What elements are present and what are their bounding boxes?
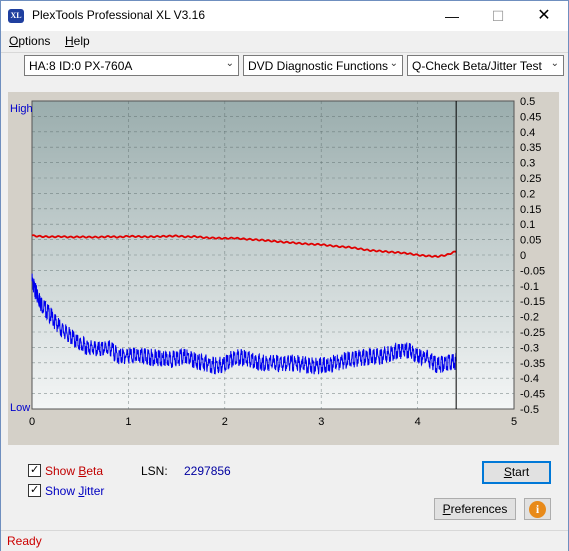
lsn-label: LSN: bbox=[141, 464, 168, 478]
chevron-down-icon: ⌄ bbox=[389, 58, 398, 69]
check-icon: ✓ bbox=[30, 484, 40, 496]
show-jitter-label[interactable]: Show Jitter bbox=[45, 484, 104, 498]
show-beta-prefix: Show bbox=[45, 464, 79, 478]
y-tick-label: 0.4 bbox=[520, 127, 535, 139]
y-tick-label: 0.45 bbox=[520, 111, 541, 123]
y-tick-label: -0.2 bbox=[520, 312, 539, 324]
y-tick-label: 0.3 bbox=[520, 158, 535, 170]
y-tick-label: 0.15 bbox=[520, 204, 541, 216]
status-bar: Ready bbox=[1, 530, 568, 551]
chevron-down-icon: ⌄ bbox=[550, 58, 559, 69]
menu-help-mnemonic: H bbox=[65, 34, 74, 48]
y-tick-label: -0.1 bbox=[520, 281, 539, 293]
check-icon: ✓ bbox=[30, 464, 40, 476]
y-tick-label: 0.35 bbox=[520, 142, 541, 154]
start-button[interactable]: Start bbox=[482, 461, 551, 484]
y-tick-label: 0.2 bbox=[520, 188, 535, 200]
y-tick-label: 0 bbox=[520, 250, 526, 262]
y-tick-label: 0.5 bbox=[520, 96, 535, 108]
y-tick-label: -0.4 bbox=[520, 373, 539, 385]
y-tick-label: -0.35 bbox=[520, 358, 545, 370]
test-select-value: Q-Check Beta/Jitter Test bbox=[412, 59, 542, 73]
start-mnemonic: S bbox=[503, 465, 512, 479]
y-tick-label: -0.5 bbox=[520, 404, 539, 416]
x-tick-label: 2 bbox=[222, 416, 228, 428]
show-jitter-checkbox[interactable]: ✓ bbox=[28, 484, 41, 497]
y-tick-label: -0.15 bbox=[520, 296, 545, 308]
show-beta-label[interactable]: Show Beta bbox=[45, 464, 103, 478]
menu-help-label: elp bbox=[73, 34, 90, 48]
y-tick-label: 0.1 bbox=[520, 219, 535, 231]
beta-jitter-chart: 0 1 2 3 4 5 0.5 0.45 0.4 0.35 0.3 0.25 0.2 0.15 0.1 0.… bbox=[8, 92, 559, 445]
maximize-button[interactable]: ☐ bbox=[475, 1, 521, 31]
menu-options[interactable]: Options bbox=[9, 34, 50, 48]
show-beta-rest: eta bbox=[86, 464, 104, 478]
drive-select-value: HA:8 ID:0 PX-760A bbox=[29, 59, 133, 73]
status-text: Ready bbox=[7, 534, 42, 548]
drive-select[interactable]: HA:8 ID:0 PX-760A ⌄ bbox=[24, 55, 239, 76]
options-panel: ✓ Show Beta ✓ Show Jitter LSN: 2297856 S… bbox=[8, 454, 559, 521]
y-tick-label: 0.25 bbox=[520, 173, 541, 185]
menu-options-label: ptions bbox=[18, 34, 51, 48]
y-axis-high-label: High bbox=[10, 103, 33, 115]
x-tick-label: 1 bbox=[125, 416, 131, 428]
show-jitter-rest: itter bbox=[84, 484, 105, 498]
menu-help[interactable]: Help bbox=[65, 34, 90, 48]
preferences-label: references bbox=[450, 502, 508, 516]
minimize-button[interactable]: — bbox=[429, 1, 475, 31]
y-tick-label: -0.05 bbox=[520, 265, 545, 277]
x-tick-label: 4 bbox=[415, 416, 421, 428]
preferences-mnemonic: P bbox=[442, 502, 451, 516]
lsn-value: 2297856 bbox=[184, 464, 231, 478]
info-icon: i bbox=[529, 501, 546, 518]
function-select-value: DVD Diagnostic Functions bbox=[248, 59, 389, 73]
window-title: PlexTools Professional XL V3.16 bbox=[32, 8, 205, 22]
test-select[interactable]: Q-Check Beta/Jitter Test ⌄ bbox=[407, 55, 564, 76]
x-tick-label: 0 bbox=[29, 416, 35, 428]
info-button[interactable]: i bbox=[524, 498, 551, 520]
y-tick-label: 0.05 bbox=[520, 235, 541, 247]
chart-svg: 0 1 2 3 4 5 0.5 0.45 0.4 0.35 0.3 0.25 0.2 0.15 0.1 0.… bbox=[10, 96, 545, 428]
chevron-down-icon: ⌄ bbox=[225, 58, 234, 69]
preferences-button[interactable]: Preferences bbox=[434, 498, 516, 520]
title-bar: XL PlexTools Professional XL V3.16 — ☐ ✕ bbox=[1, 1, 568, 31]
menu-options-mnemonic: O bbox=[9, 34, 19, 48]
toolbar-divider bbox=[1, 52, 568, 53]
x-tick-label: 5 bbox=[511, 416, 517, 428]
close-button[interactable]: ✕ bbox=[521, 1, 567, 31]
y-tick-label: -0.3 bbox=[520, 342, 539, 354]
app-window: XL PlexTools Professional XL V3.16 — ☐ ✕… bbox=[0, 0, 569, 551]
x-tick-label: 3 bbox=[318, 416, 324, 428]
plextools-app-icon: XL bbox=[8, 9, 24, 23]
function-select[interactable]: DVD Diagnostic Functions ⌄ bbox=[243, 55, 403, 76]
show-jitter-prefix: Show bbox=[45, 484, 79, 498]
menu-bar: Options Help bbox=[1, 32, 568, 52]
start-label: tart bbox=[511, 465, 530, 479]
y-tick-label: -0.45 bbox=[520, 389, 545, 401]
y-tick-label: -0.25 bbox=[520, 327, 545, 339]
y-axis-low-label: Low bbox=[10, 402, 30, 414]
show-beta-checkbox[interactable]: ✓ bbox=[28, 464, 41, 477]
